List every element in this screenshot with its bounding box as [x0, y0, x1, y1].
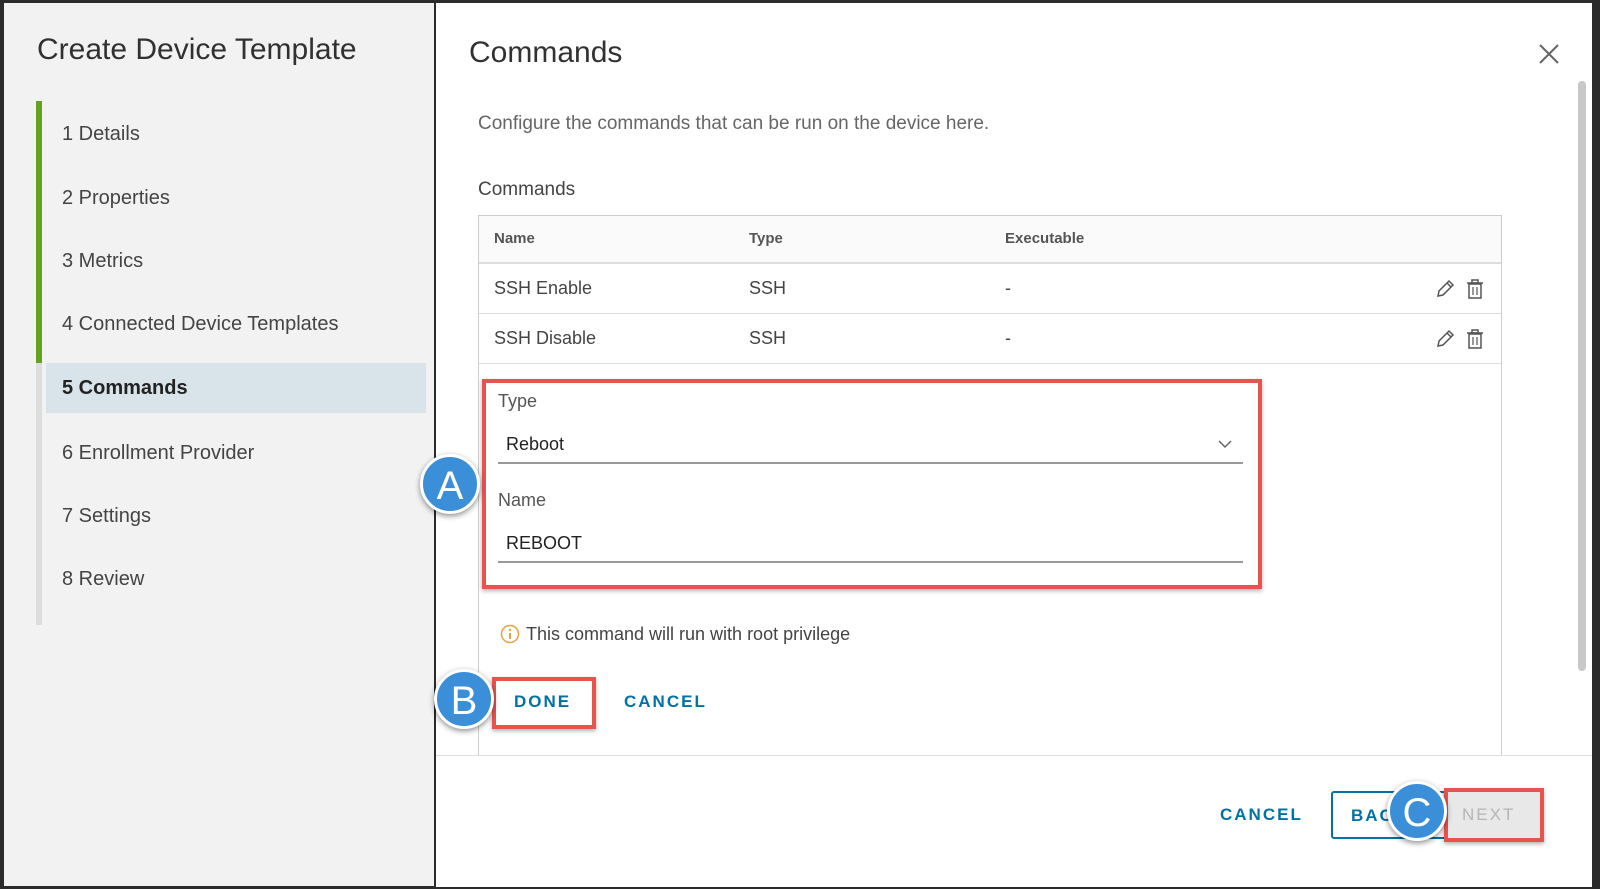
chevron-down-icon	[1218, 440, 1232, 449]
type-label: Type	[498, 391, 538, 411]
step-details[interactable]: 1 Details	[46, 109, 426, 159]
next-button-label: NEXT	[1462, 805, 1516, 824]
type-select[interactable]: Reboot	[498, 424, 1243, 464]
column-header-type: Type	[749, 230, 783, 247]
delete-icon[interactable]	[1464, 278, 1486, 300]
page-title: Commands	[469, 36, 623, 69]
cancel-command-button[interactable]: CANCEL	[624, 692, 707, 712]
callout-c: C	[1387, 781, 1447, 841]
close-icon[interactable]	[1536, 41, 1562, 67]
row-name: SSH Enable	[494, 278, 593, 298]
row-type: SSH	[749, 328, 787, 348]
root-privilege-text: This command will run with root privileg…	[526, 624, 851, 644]
page-description: Configure the commands that can be run o…	[478, 113, 990, 134]
step-settings[interactable]: 7 Settings	[46, 491, 426, 541]
step-review[interactable]: 8 Review	[46, 554, 426, 604]
delete-icon[interactable]	[1464, 328, 1486, 350]
row-type: SSH	[749, 278, 787, 298]
row-executable: -	[1005, 328, 1011, 348]
edit-icon[interactable]	[1434, 328, 1456, 350]
step-enrollment-provider[interactable]: 6 Enrollment Provider	[46, 428, 426, 478]
column-header-executable: Executable	[1005, 230, 1085, 247]
main-panel: Commands Configure the commands that can…	[436, 3, 1592, 887]
footer-cancel-button[interactable]: CANCEL	[1220, 805, 1303, 825]
commands-section-label: Commands	[478, 179, 576, 200]
step-progress-remaining	[36, 363, 42, 625]
info-icon	[500, 624, 520, 644]
callout-a: A	[420, 454, 480, 514]
wizard-sidebar: Create Device Template 1 Details 2 Prope…	[4, 3, 436, 886]
root-privilege-notice: This command will run with root privileg…	[500, 624, 850, 645]
edit-icon[interactable]	[1434, 278, 1456, 300]
scrollbar[interactable]	[1576, 81, 1588, 681]
step-commands[interactable]: 5 Commands	[46, 363, 426, 413]
command-form-highlight: Type Reboot Name REBOOT	[482, 379, 1262, 589]
table-row: SSH Disable SSH -	[479, 314, 1501, 364]
step-metrics[interactable]: 3 Metrics	[46, 236, 426, 286]
done-button[interactable]: DONE	[514, 692, 571, 712]
create-device-template-dialog: Create Device Template 1 Details 2 Prope…	[4, 3, 1592, 887]
row-executable: -	[1005, 278, 1011, 298]
wizard-title: Create Device Template	[37, 33, 357, 66]
step-connected-device-templates[interactable]: 4 Connected Device Templates	[46, 299, 426, 349]
column-header-name: Name	[494, 230, 535, 247]
row-name: SSH Disable	[494, 328, 597, 348]
name-input[interactable]: REBOOT	[498, 523, 1243, 563]
type-select-value: Reboot	[506, 434, 565, 454]
name-label: Name	[498, 490, 547, 510]
scrollbar-thumb[interactable]	[1578, 81, 1586, 671]
next-button[interactable]: NEXT	[1444, 788, 1544, 842]
step-properties[interactable]: 2 Properties	[46, 173, 426, 223]
callout-b: B	[434, 669, 494, 729]
table-row: SSH Enable SSH -	[479, 264, 1501, 314]
table-header: Name Type Executable	[479, 216, 1501, 264]
step-progress-complete	[36, 101, 42, 363]
